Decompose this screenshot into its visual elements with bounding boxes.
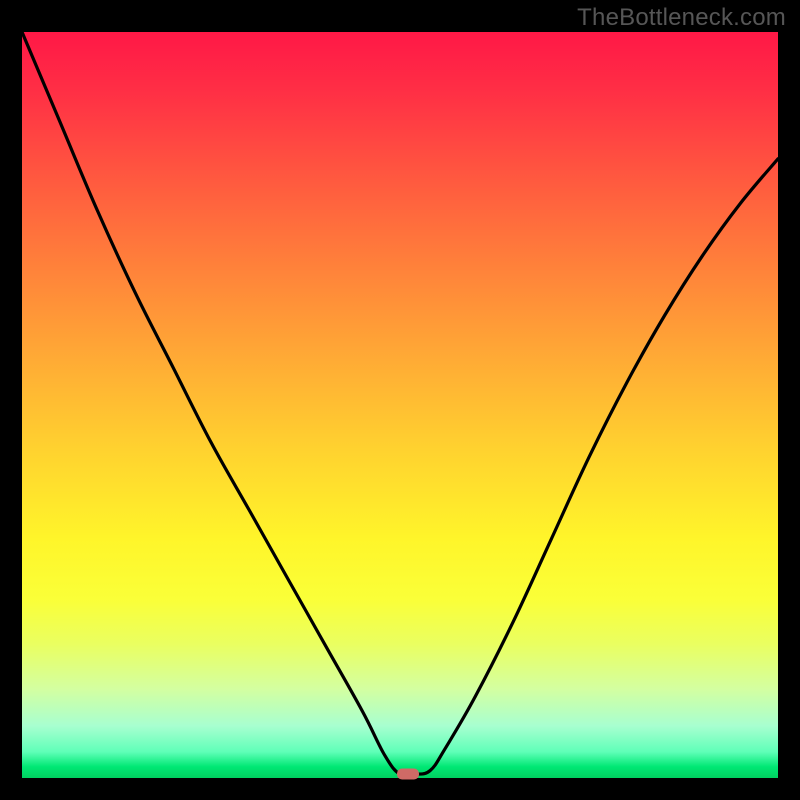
watermark-text: TheBottleneck.com	[577, 4, 786, 32]
optimal-marker	[397, 769, 419, 780]
plot-area	[22, 32, 778, 778]
chart-frame: TheBottleneck.com	[0, 0, 800, 800]
curve-svg	[22, 32, 778, 778]
bottleneck-curve-path	[22, 32, 778, 776]
